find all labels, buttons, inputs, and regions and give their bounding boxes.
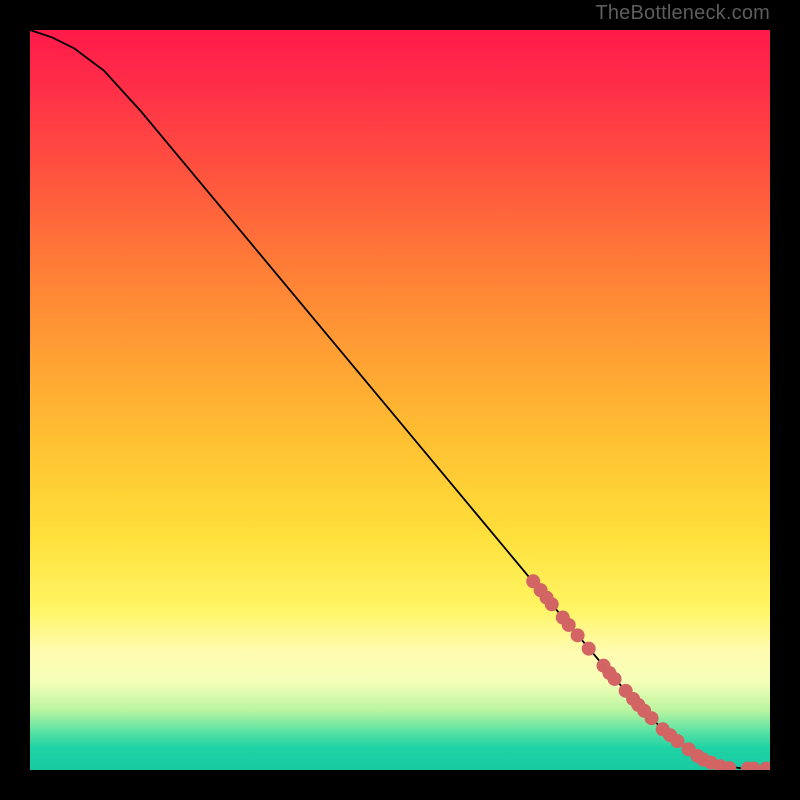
curve-markers xyxy=(526,574,770,770)
marker-dot xyxy=(545,597,559,611)
bottleneck-curve-line xyxy=(30,30,770,769)
marker-dot xyxy=(582,642,596,656)
curve-svg xyxy=(30,30,770,770)
marker-dot xyxy=(608,672,622,686)
chart-container: TheBottleneck.com xyxy=(0,0,800,800)
marker-dot xyxy=(571,628,585,642)
marker-dot xyxy=(759,762,770,770)
plot-area xyxy=(30,30,770,770)
watermark-text: TheBottleneck.com xyxy=(595,2,770,25)
marker-dot xyxy=(645,711,659,725)
